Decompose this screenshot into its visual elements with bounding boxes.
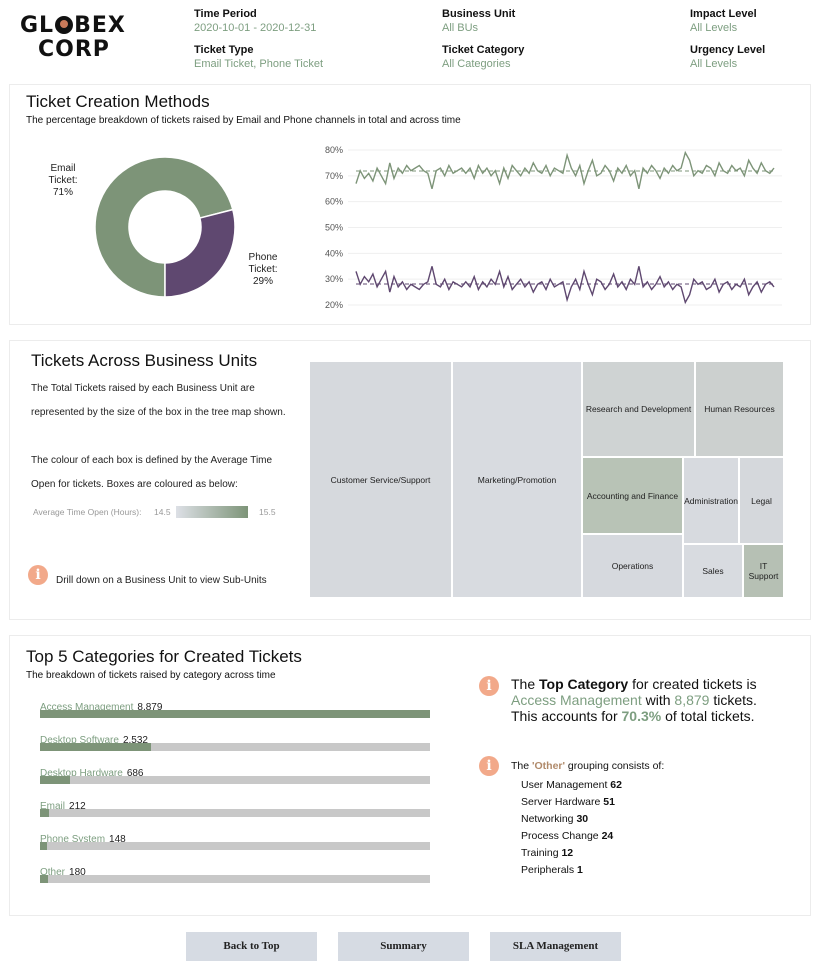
units-title: Tickets Across Business Units: [31, 351, 258, 370]
info-icon: i: [479, 756, 499, 776]
filter-ticket-type[interactable]: Ticket Type Email Ticket, Phone Ticket: [194, 44, 323, 70]
y-tick-label: 20%: [325, 300, 343, 310]
category-bar-fill: [40, 842, 47, 850]
category-bar-track: [40, 710, 430, 718]
other-item: Process Change 24: [521, 830, 614, 842]
treemap-operations[interactable]: Operations: [582, 534, 683, 598]
phone-slice-label: Phone Ticket: 29%: [248, 252, 278, 287]
treemap-research-development[interactable]: Research and Development: [582, 361, 695, 457]
donut-slice-phone[interactable]: [164, 208, 236, 298]
treemap-marketing[interactable]: Marketing/Promotion: [452, 361, 582, 598]
treemap-sales[interactable]: Sales: [683, 544, 743, 598]
filter-time-period[interactable]: Time Period 2020-10-01 - 2020-12-31: [194, 8, 316, 34]
category-bar-track: [40, 842, 430, 850]
color-legend-max: 15.5: [259, 507, 276, 517]
category-bar-track: [40, 809, 430, 817]
category-bar-row[interactable]: Email 212: [40, 796, 430, 826]
category-bar-row[interactable]: Desktop Software 2,532: [40, 730, 430, 760]
category-bar-track: [40, 875, 430, 883]
creation-method-donut-chart[interactable]: [90, 152, 240, 302]
category-bar-fill: [40, 776, 71, 784]
category-bar-fill: [40, 710, 430, 718]
y-tick-label: 30%: [325, 274, 343, 284]
business-unit-treemap: Customer Service/Support Marketing/Promo…: [309, 361, 784, 598]
other-item: User Management 62: [521, 779, 622, 791]
phone-series-line[interactable]: [355, 266, 775, 305]
info-icon: i: [479, 676, 499, 696]
category-bar-fill: [40, 743, 152, 751]
category-bar-row[interactable]: Desktop Hardware 686: [40, 763, 430, 793]
y-tick-label: 60%: [325, 197, 343, 207]
treemap-legal[interactable]: Legal: [739, 457, 784, 544]
category-bar-track: [40, 743, 430, 751]
category-bar-fill: [40, 875, 48, 883]
treemap-administration[interactable]: Administration: [683, 457, 739, 544]
categories-title: Top 5 Categories for Created Tickets: [26, 647, 302, 666]
back-to-top-button[interactable]: Back to Top: [186, 932, 317, 961]
treemap-human-resources[interactable]: Human Resources: [695, 361, 784, 457]
category-bar-track: [40, 776, 430, 784]
y-tick-label: 50%: [325, 223, 343, 233]
units-desc-4: Open for tickets. Boxes are coloured as …: [31, 479, 238, 490]
methods-subtitle: The percentage breakdown of tickets rais…: [26, 115, 461, 126]
filter-ticket-category[interactable]: Ticket Category All Categories: [442, 44, 524, 70]
category-bar-row[interactable]: Phone System 148: [40, 829, 430, 859]
color-legend-label: Average Time Open (Hours):: [33, 507, 142, 517]
other-item: Peripherals 1: [521, 864, 583, 876]
other-item: Training 12: [521, 847, 574, 859]
category-bar-fill: [40, 809, 50, 817]
top-category-statement: The Top Category for created tickets is …: [511, 676, 757, 724]
summary-button[interactable]: Summary: [338, 932, 469, 961]
filter-urgency-level[interactable]: Urgency Level All Levels: [690, 44, 765, 70]
y-tick-label: 80%: [325, 145, 343, 155]
filter-business-unit[interactable]: Business Unit All BUs: [442, 8, 515, 34]
category-bar-row[interactable]: Access Management 8,879: [40, 697, 430, 727]
treemap-customer-service[interactable]: Customer Service/Support: [309, 361, 452, 598]
drill-down-note: Drill down on a Business Unit to view Su…: [56, 575, 267, 586]
units-desc-3: The colour of each box is defined by the…: [31, 455, 273, 466]
y-tick-label: 40%: [325, 248, 343, 258]
info-icon: i: [28, 565, 48, 585]
creation-method-line-chart[interactable]: 80% 70% 60% 50% 40% 30% 20%: [310, 140, 790, 315]
units-desc-1: The Total Tickets raised by each Busines…: [31, 383, 255, 394]
globex-logo[interactable]: GL BEX CORP: [20, 14, 126, 62]
color-legend-min: 14.5: [154, 507, 171, 517]
other-item: Networking 30: [521, 813, 589, 825]
units-desc-2: represented by the size of the box in th…: [31, 407, 286, 418]
other-item: Server Hardware 51: [521, 796, 615, 808]
email-series-line[interactable]: [355, 150, 775, 189]
globe-icon: [55, 16, 74, 34]
filter-impact-level[interactable]: Impact Level All Levels: [690, 8, 757, 34]
treemap-it-support[interactable]: IT Support: [743, 544, 784, 598]
sla-management-button[interactable]: SLA Management: [490, 932, 621, 961]
email-slice-label: Email Ticket: 71%: [48, 163, 78, 198]
y-tick-label: 70%: [325, 171, 343, 181]
category-bar-row[interactable]: Other 180: [40, 862, 430, 892]
page-header: GL BEX CORP Time Period 2020-10-01 - 2020…: [0, 0, 831, 78]
color-legend-gradient: [176, 506, 248, 518]
treemap-accounting-finance[interactable]: Accounting and Finance: [582, 457, 683, 534]
methods-title: Ticket Creation Methods: [26, 92, 210, 111]
other-grouping-list: The 'Other' grouping consists of: User M…: [511, 760, 664, 879]
categories-subtitle: The breakdown of tickets raised by categ…: [26, 670, 276, 681]
